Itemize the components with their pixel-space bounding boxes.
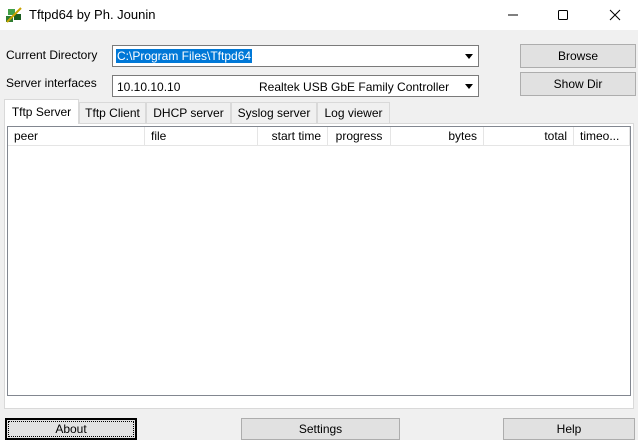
close-button[interactable] (592, 0, 638, 30)
header-divider (8, 145, 630, 146)
column-header-bytes[interactable]: bytes (391, 127, 484, 145)
server-interface-adapter: Realtek USB GbE Family Controller (259, 80, 450, 94)
tab-tftp-server[interactable]: Tftp Server (4, 99, 79, 124)
show-dir-button[interactable]: Show Dir (520, 72, 636, 96)
tab-log-viewer[interactable]: Log viewer (317, 102, 390, 123)
browse-button[interactable]: Browse (520, 44, 636, 68)
tab-tftp-client[interactable]: Tftp Client (79, 102, 146, 123)
tab-syslog-server[interactable]: Syslog server (231, 102, 317, 123)
chevron-down-icon[interactable] (461, 77, 477, 95)
column-header-peer[interactable]: peer (8, 127, 145, 145)
maximize-icon (558, 10, 568, 20)
column-header-start-time[interactable]: start time (258, 127, 328, 145)
transfers-list[interactable]: peer file start time progress bytes tota… (7, 126, 631, 396)
chevron-down-icon[interactable] (461, 47, 477, 65)
window-title: Tftpd64 by Ph. Jounin (29, 7, 156, 22)
about-button[interactable]: About (5, 418, 137, 440)
maximize-button[interactable] (540, 0, 586, 30)
server-interfaces-combo[interactable]: 10.10.10.10 Realtek USB GbE Family Contr… (112, 75, 479, 97)
close-icon (609, 9, 621, 21)
column-header-timeout[interactable]: timeo... (574, 127, 630, 145)
current-directory-label: Current Directory (6, 48, 98, 62)
server-interface-ip: 10.10.10.10 (117, 80, 181, 94)
tab-dhcp-server[interactable]: DHCP server (146, 102, 231, 123)
column-header-progress[interactable]: progress (328, 127, 391, 145)
server-interfaces-label: Server interfaces (6, 76, 97, 90)
current-directory-combo[interactable]: C:\Program Files\Tftpd64 (112, 45, 479, 67)
app-icon (5, 6, 23, 24)
settings-button[interactable]: Settings (241, 418, 400, 440)
column-header-file[interactable]: file (145, 127, 258, 145)
column-header-total[interactable]: total (484, 127, 574, 145)
minimize-button[interactable] (490, 0, 536, 30)
minimize-icon (508, 14, 518, 16)
current-directory-value: C:\Program Files\Tftpd64 (116, 49, 253, 63)
help-button[interactable]: Help (503, 418, 635, 440)
